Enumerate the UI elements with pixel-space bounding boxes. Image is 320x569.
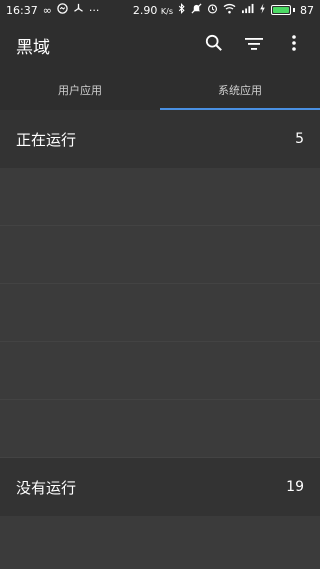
stopped-app-list	[0, 516, 320, 569]
section-title: 正在运行	[16, 130, 77, 149]
list-item[interactable]	[0, 284, 320, 342]
charging-icon	[259, 3, 266, 17]
tab-bar: 用户应用 系统应用	[0, 70, 320, 110]
list-item[interactable]	[0, 168, 320, 226]
tab-label: 系统应用	[218, 84, 262, 97]
sort-button[interactable]	[236, 27, 272, 63]
more-dots-icon: ···	[88, 3, 100, 17]
network-speed: 2.90 K/s	[133, 4, 173, 17]
battery-body	[271, 5, 291, 15]
list-item[interactable]	[0, 400, 320, 458]
network-icon	[73, 3, 84, 17]
screen: 16:37 ∞ ··· 2.90 K/s 87 黑域 用户应用 系统应用 正在运…	[0, 0, 320, 569]
overflow-menu-icon	[292, 35, 296, 55]
infinity-icon: ∞	[42, 3, 52, 17]
status-left: 16:37 ∞ ···	[6, 3, 99, 17]
running-section-header[interactable]: 正在运行 5	[0, 110, 320, 168]
app-bar: 黑域	[0, 20, 320, 70]
sort-icon	[245, 36, 263, 55]
stopped-section-header[interactable]: 没有运行 19	[0, 458, 320, 516]
battery-tip	[293, 8, 295, 12]
section-count: 19	[286, 479, 304, 495]
wifi-icon	[223, 3, 236, 17]
status-bar: 16:37 ∞ ··· 2.90 K/s 87	[0, 0, 320, 20]
bluetooth-icon	[178, 3, 186, 17]
section-title: 没有运行	[16, 478, 77, 497]
status-time: 16:37	[6, 3, 38, 17]
tab-system-apps[interactable]: 系统应用	[160, 70, 320, 110]
tab-label: 用户应用	[58, 84, 102, 97]
status-right: 2.90 K/s 87	[133, 3, 314, 17]
tab-user-apps[interactable]: 用户应用	[0, 70, 160, 110]
list-item[interactable]	[0, 342, 320, 400]
list-item[interactable]	[0, 226, 320, 284]
app-title: 黑域	[16, 37, 50, 58]
app-actions	[196, 27, 312, 63]
battery-fill	[273, 7, 289, 13]
mute-icon	[191, 3, 202, 17]
battery-indicator	[271, 5, 295, 15]
signal-icon	[241, 3, 254, 17]
speed-unit: K/s	[160, 6, 173, 16]
search-icon	[205, 34, 223, 56]
section-count: 5	[295, 131, 304, 147]
speed-value: 2.90	[132, 3, 158, 17]
search-button[interactable]	[196, 27, 232, 63]
running-app-list	[0, 168, 320, 458]
overflow-menu-button[interactable]	[276, 27, 312, 63]
alarm-icon	[207, 3, 218, 17]
messenger-icon	[57, 3, 68, 17]
battery-level: 87	[300, 3, 314, 17]
